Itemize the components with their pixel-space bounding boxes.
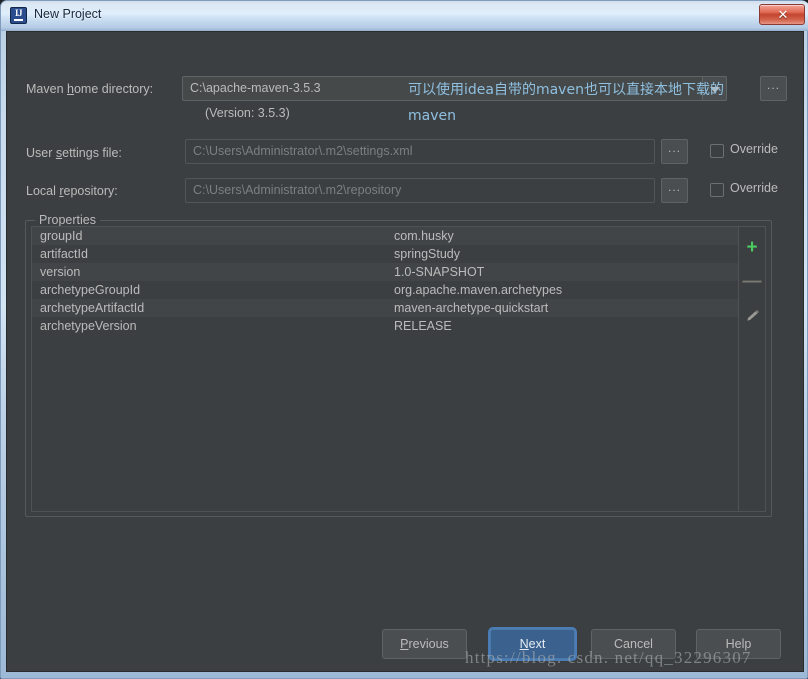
user-settings-override-checkbox[interactable] [710, 144, 724, 158]
properties-group: Properties groupId com.husky artifactId spr… [25, 213, 772, 517]
user-settings-input[interactable]: C:\Users\Administrator\.m2\settings.xml [185, 139, 655, 164]
table-row[interactable]: archetypeArtifactId maven-archetype-quick… [32, 299, 740, 317]
maven-home-browse-button[interactable]: ... [760, 76, 787, 101]
local-repository-input[interactable]: C:\Users\Administrator\.m2\repository [185, 178, 655, 203]
chevron-down-icon [710, 87, 720, 93]
close-button[interactable]: ✕ [759, 4, 805, 25]
local-repository-browse-button[interactable]: ... [661, 178, 688, 203]
properties-table[interactable]: groupId com.husky artifactId springStudy ver… [31, 226, 741, 512]
dialog-content: Maven home directory: C:\apache-maven-3.… [6, 31, 804, 672]
intellij-idea-icon: IJ [10, 7, 27, 24]
property-key: groupId [40, 229, 83, 243]
add-property-icon[interactable]: + [739, 238, 765, 258]
property-key: archetypeArtifactId [40, 301, 145, 315]
user-settings-override-label: Override [730, 142, 778, 156]
property-value: RELEASE [394, 319, 452, 333]
properties-legend: Properties [35, 213, 100, 227]
maven-home-label: Maven home directory: [26, 82, 154, 96]
user-settings-label: User settings file: [26, 146, 122, 160]
remove-property-icon[interactable]: — [739, 272, 765, 292]
property-value: com.husky [394, 229, 454, 243]
property-value: org.apache.maven.archetypes [394, 283, 563, 297]
pencil-icon [746, 310, 759, 321]
user-settings-browse-button[interactable]: ... [661, 139, 688, 164]
cancel-button[interactable]: Cancel [591, 629, 676, 659]
edit-property-icon[interactable] [739, 305, 765, 324]
local-repository-label: Local repository: [26, 184, 118, 198]
table-row[interactable]: version 1.0-SNAPSHOT [32, 263, 740, 281]
next-button[interactable]: Next [490, 629, 575, 659]
dialog-window: IJ New Project ✕ Maven home directory: C… [0, 0, 808, 679]
maven-version-note: (Version: 3.5.3) [205, 106, 290, 120]
property-key: version [40, 265, 81, 279]
title-bar[interactable]: IJ New Project ✕ [1, 1, 808, 31]
table-row[interactable]: artifactId springStudy [32, 245, 740, 263]
properties-toolbar: + — [738, 226, 766, 512]
table-row[interactable]: groupId com.husky [32, 227, 740, 245]
previous-button[interactable]: Previous [382, 629, 467, 659]
property-key: archetypeGroupId [40, 283, 141, 297]
property-key: archetypeVersion [40, 319, 137, 333]
close-icon: ✕ [777, 7, 789, 22]
maven-home-input[interactable]: C:\apache-maven-3.5.3 [182, 76, 727, 101]
table-row[interactable]: archetypeVersion RELEASE [32, 317, 740, 335]
window-title: New Project [34, 7, 102, 21]
property-value: maven-archetype-quickstart [394, 301, 549, 315]
help-button[interactable]: Help [696, 629, 781, 659]
local-repository-override-label: Override [730, 181, 778, 195]
table-row[interactable]: archetypeGroupId org.apache.maven.archety… [32, 281, 740, 299]
local-repository-override-checkbox[interactable] [710, 183, 724, 197]
titlebar-glow [1, 1, 808, 15]
property-value: springStudy [394, 247, 461, 261]
maven-home-dropdown-arrow[interactable] [702, 76, 727, 101]
property-value: 1.0-SNAPSHOT [394, 265, 485, 279]
property-key: artifactId [40, 247, 88, 261]
